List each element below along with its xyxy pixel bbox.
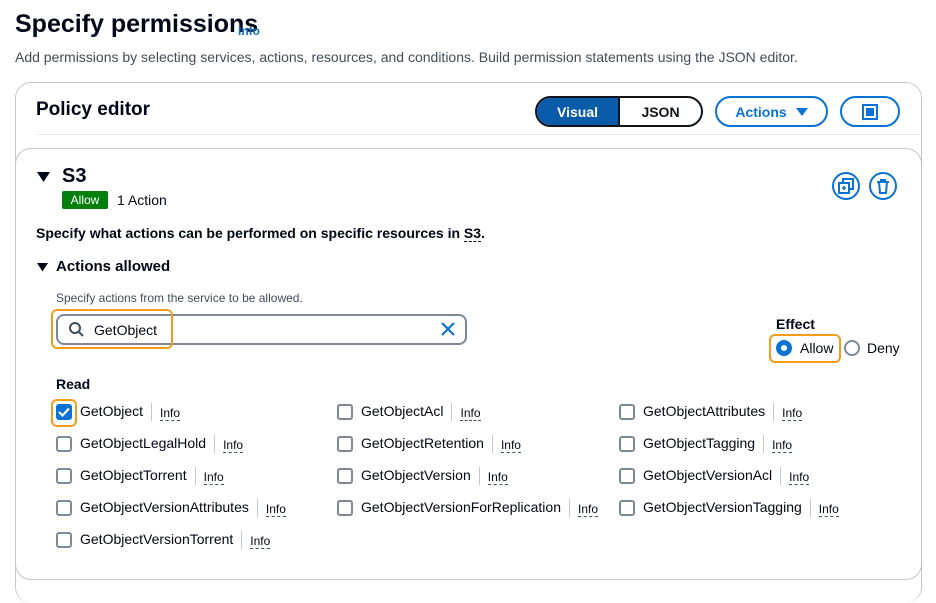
search-value: GetObject [94,322,158,338]
permission-info-link[interactable]: Info [250,534,271,549]
check-icon [58,407,70,417]
actions-allowed-label[interactable]: Actions allowed [56,258,170,275]
service-description-text: Specify what actions can be performed on… [36,225,464,241]
permission-info-link[interactable]: Info [789,470,810,485]
search-icon [69,322,84,342]
deny-radio[interactable] [844,340,860,356]
service-statement-card [15,148,922,580]
info-separator [763,435,765,453]
permission-info-link[interactable]: Info [203,470,224,485]
permission-info-link[interactable]: Info [160,406,181,421]
trash-icon [877,179,889,194]
permission-checkbox[interactable] [619,404,635,420]
permission-checkbox[interactable] [56,436,72,452]
json-mode-button[interactable]: JSON [620,98,701,125]
clear-search-icon[interactable] [440,321,456,342]
panel-icon [862,103,878,120]
service-description: Specify what actions can be performed on… [36,225,485,242]
remove-button[interactable] [869,172,897,200]
permission-info-link[interactable]: Info [223,438,244,453]
permission-checkbox[interactable] [337,404,353,420]
read-access-label: Read [56,376,91,392]
policy-editor-title: Policy editor [36,99,151,120]
permission-checkbox[interactable] [619,468,635,484]
permission-checkbox[interactable] [337,468,353,484]
permission-name[interactable]: GetObjectRetention [361,435,484,451]
collapse-actions-icon[interactable] [37,259,48,277]
permission-info-link[interactable]: Info [782,406,803,421]
permission-info-link[interactable]: Info [265,502,286,517]
title-info-link[interactable]: Info [238,24,260,38]
permission-checkbox[interactable] [619,500,635,516]
permission-checkbox[interactable] [56,500,72,516]
caret-down-icon [795,107,808,116]
permission-checkbox[interactable] [56,468,72,484]
permission-info-link[interactable]: Info [818,502,839,517]
collapse-service-icon[interactable] [37,170,50,188]
permission-info-link[interactable]: Info [487,470,508,485]
permission-name[interactable]: GetObjectVersion [361,467,471,483]
permission-name[interactable]: GetObjectLegalHold [80,435,206,451]
permission-checkbox[interactable] [56,532,72,548]
page-description: Add permissions by selecting services, a… [15,49,798,65]
info-separator [451,403,453,421]
permission-name[interactable]: GetObjectVersionForReplication [361,499,561,515]
editor-mode-toggle: Visual JSON [535,96,703,127]
permission-name[interactable]: GetObjectTorrent [80,467,187,483]
info-separator [491,435,493,453]
editor-divider [36,134,920,135]
service-name[interactable]: S3 [62,165,86,188]
permission-name[interactable]: GetObjectAcl [361,403,443,419]
actions-label: Actions [735,103,787,120]
deny-label[interactable]: Deny [867,340,900,356]
info-separator [194,467,196,485]
permission-name[interactable]: GetObjectTagging [643,435,755,451]
info-separator [809,499,811,517]
permission-checkbox[interactable] [619,436,635,452]
allow-label[interactable]: Allow [800,340,833,356]
permission-name[interactable]: GetObjectAttributes [643,403,765,419]
info-separator [773,403,775,421]
permission-name[interactable]: GetObjectVersionAcl [643,467,772,483]
visual-mode-button[interactable]: Visual [537,98,620,125]
permission-name[interactable]: GetObject [80,403,143,419]
permission-name[interactable]: GetObjectVersionTorrent [80,531,233,547]
info-separator [256,499,258,517]
action-count: 1 Action [117,192,167,208]
info-separator [214,435,216,453]
actions-dropdown-button[interactable]: Actions [715,96,828,127]
permission-info-link[interactable]: Info [500,438,521,453]
permission-name[interactable]: GetObjectVersionAttributes [80,499,249,515]
permission-info-link[interactable]: Info [460,406,481,421]
info-separator [478,467,480,485]
page-title: Specify permissions [15,10,259,38]
service-description-end: . [481,225,485,241]
permission-checkbox[interactable] [337,500,353,516]
info-separator [780,467,782,485]
info-separator [151,403,153,421]
duplicate-button[interactable] [832,172,860,200]
allow-radio[interactable] [776,340,792,356]
effect-badge: Allow [62,191,108,209]
info-separator [241,531,243,549]
info-separator [569,499,570,517]
permission-info-link[interactable]: Info [772,438,793,453]
effect-label: Effect [776,316,815,332]
service-link[interactable]: S3 [463,225,482,242]
permission-name[interactable]: GetObjectVersionTagging [643,499,802,515]
copy-icon [838,178,854,194]
permission-checkbox[interactable] [56,404,72,420]
actions-hint: Specify actions from the service to be a… [56,291,303,305]
permission-info-link[interactable]: Info [578,502,599,517]
permission-checkbox[interactable] [337,436,353,452]
panel-toggle-button[interactable] [840,96,900,127]
